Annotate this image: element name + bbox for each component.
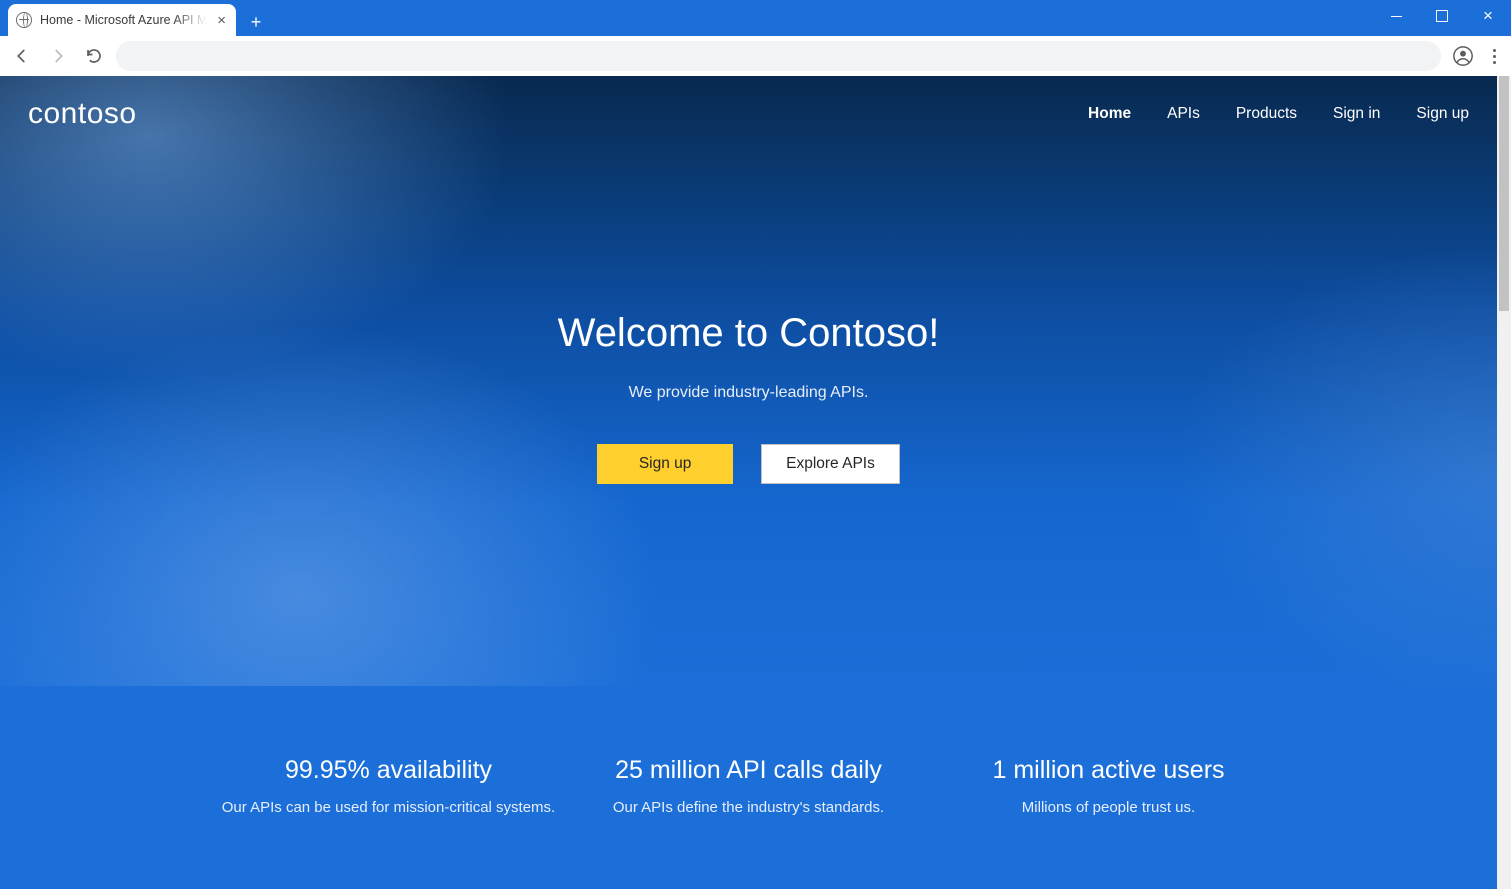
explore-apis-button[interactable]: Explore APIs (761, 444, 900, 484)
hero-title: Welcome to Contoso! (558, 311, 940, 356)
stat-api-calls: 25 million API calls daily Our APIs defi… (569, 756, 929, 816)
browser-titlebar: Home - Microsoft Azure API Man × + × (0, 0, 1511, 36)
stat-sub: Our APIs define the industry's standards… (569, 799, 929, 816)
signup-button[interactable]: Sign up (597, 444, 733, 484)
globe-icon (16, 12, 32, 28)
address-bar[interactable] (116, 41, 1441, 71)
window-close-icon[interactable]: × (1465, 0, 1511, 32)
nav-home[interactable]: Home (1088, 105, 1131, 123)
back-button[interactable] (8, 42, 36, 70)
hero-section: contoso Home APIs Products Sign in Sign … (0, 76, 1497, 686)
page-viewport: contoso Home APIs Products Sign in Sign … (0, 76, 1497, 889)
scrollbar-thumb[interactable] (1499, 76, 1509, 311)
window-controls: × (1373, 0, 1511, 32)
maximize-icon[interactable] (1419, 0, 1465, 32)
hero-content: Welcome to Contoso! We provide industry-… (0, 311, 1497, 484)
nav-signup[interactable]: Sign up (1416, 105, 1469, 123)
scrollbar[interactable] (1497, 76, 1511, 889)
tab-title: Home - Microsoft Azure API Man (40, 13, 207, 27)
new-tab-button[interactable]: + (242, 8, 270, 36)
stat-sub: Our APIs can be used for mission-critica… (209, 799, 569, 816)
nav-signin[interactable]: Sign in (1333, 105, 1380, 123)
site-header: contoso Home APIs Products Sign in Sign … (0, 76, 1497, 152)
stat-sub: Millions of people trust us. (929, 799, 1289, 816)
stat-active-users: 1 million active users Millions of peopl… (929, 756, 1289, 816)
hero-subtitle: We provide industry-leading APIs. (629, 384, 869, 402)
stat-availability: 99.95% availability Our APIs can be used… (209, 756, 569, 816)
stat-headline: 1 million active users (929, 756, 1289, 785)
cta-row: Sign up Explore APIs (597, 444, 900, 484)
stats-section: 99.95% availability Our APIs can be used… (0, 686, 1497, 856)
minimize-icon[interactable] (1373, 0, 1419, 32)
reload-button[interactable] (80, 42, 108, 70)
stat-headline: 99.95% availability (209, 756, 569, 785)
close-icon[interactable]: × (215, 11, 228, 30)
profile-icon[interactable] (1449, 42, 1477, 70)
main-nav: Home APIs Products Sign in Sign up (1088, 105, 1469, 123)
site-logo[interactable]: contoso (28, 97, 137, 131)
menu-icon[interactable] (1485, 43, 1503, 70)
browser-toolbar (0, 36, 1511, 76)
browser-tab[interactable]: Home - Microsoft Azure API Man × (8, 4, 236, 36)
forward-button[interactable] (44, 42, 72, 70)
nav-products[interactable]: Products (1236, 105, 1297, 123)
nav-apis[interactable]: APIs (1167, 105, 1200, 123)
browser-chrome: Home - Microsoft Azure API Man × + × (0, 0, 1511, 76)
stat-headline: 25 million API calls daily (569, 756, 929, 785)
